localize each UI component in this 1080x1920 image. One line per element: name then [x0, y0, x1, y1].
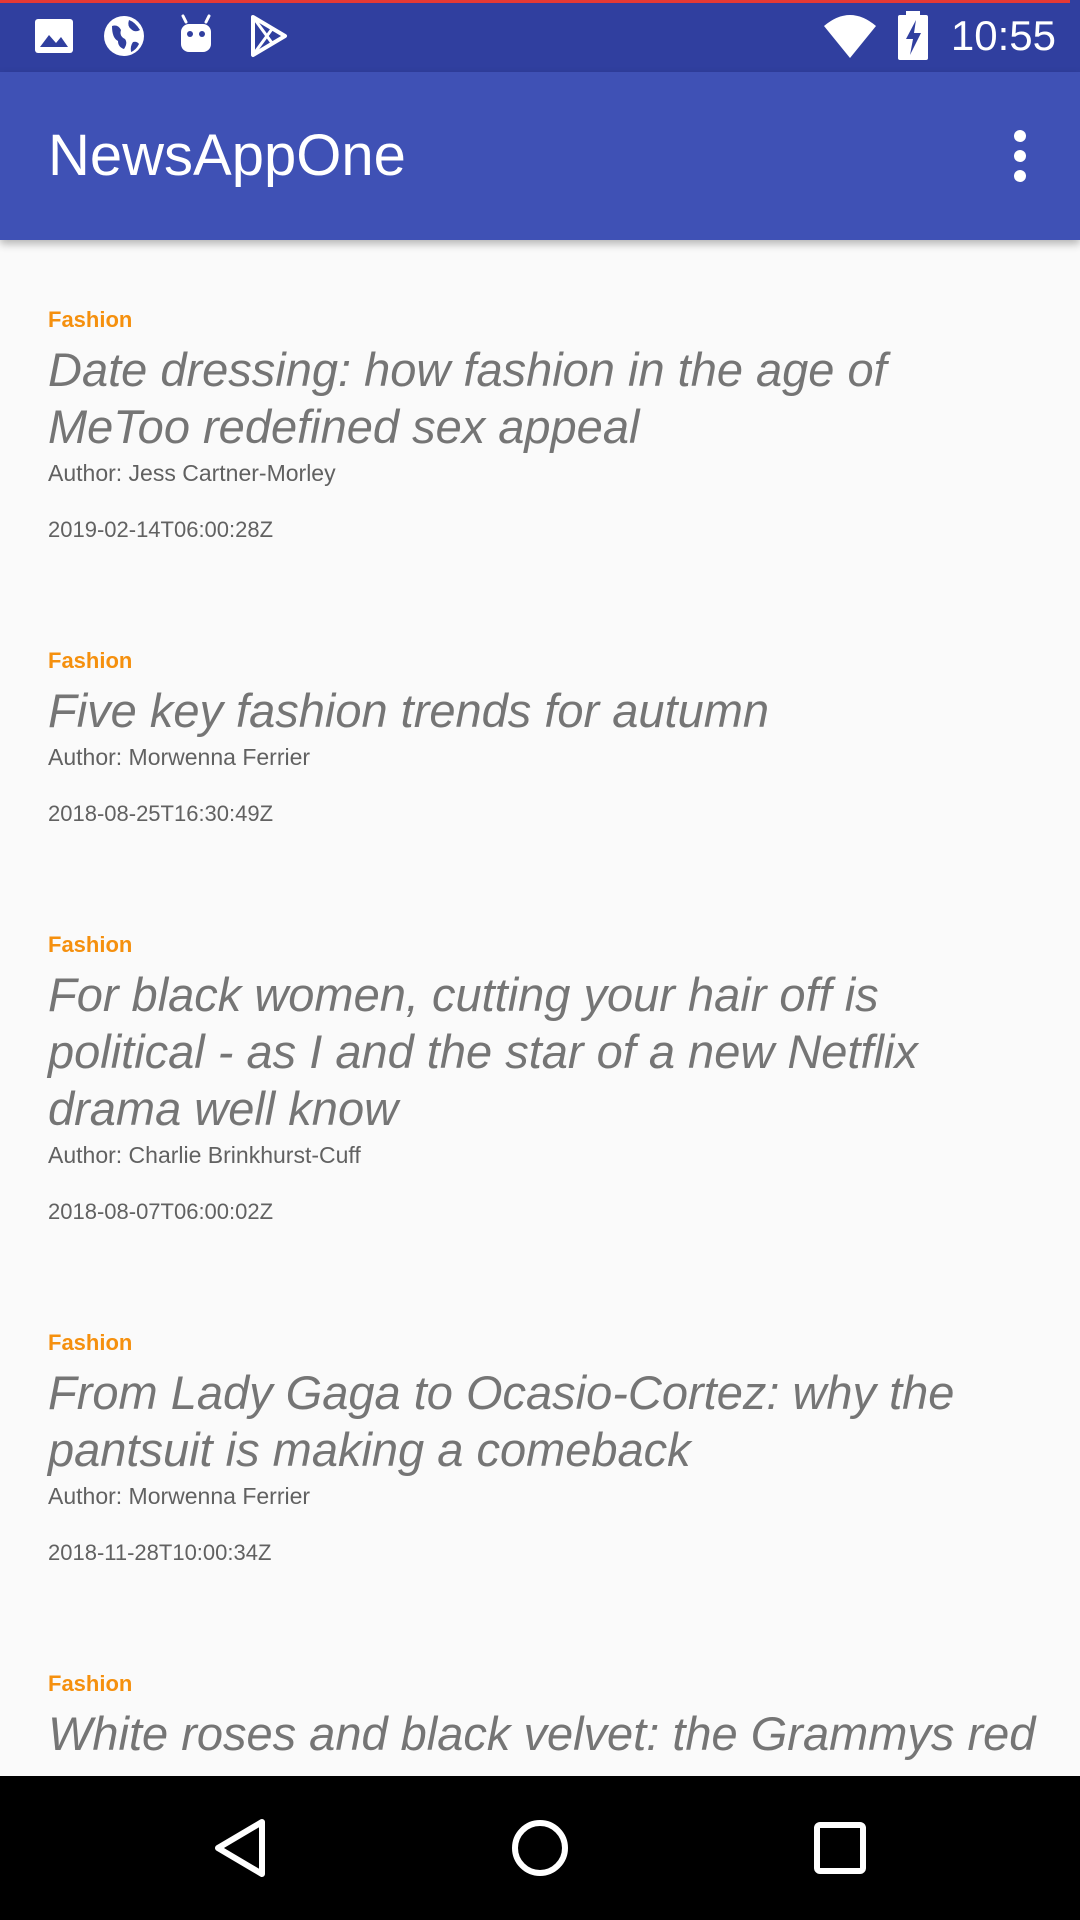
article-date: 2019-02-14T06:00:28Z [48, 517, 274, 542]
article-title: Five key fashion trends for autumn [48, 684, 770, 737]
article-item[interactable]: Fashion Five key fashion trends for autu… [48, 646, 1048, 830]
article-item[interactable]: Fashion For black women, cutting your ha… [48, 930, 1048, 1228]
globe-icon [104, 16, 144, 56]
wifi-icon [824, 15, 876, 58]
article-date: 2018-08-07T06:00:02Z [48, 1199, 274, 1224]
article-author: Author: Charlie Brinkhurst-Cuff [48, 1142, 361, 1168]
article-item[interactable]: Fashion From Lady Gaga to Ocasio-Cortez:… [48, 1328, 1048, 1569]
status-bar: 10:55 [0, 0, 1080, 72]
screen: 10:55 NewsAppOne Fashion Date dressing: … [0, 0, 1080, 1920]
menu-dot [1014, 170, 1026, 182]
article-author: Author: Morwenna Ferrier [48, 744, 311, 770]
android-icon [181, 14, 211, 52]
article-title: From Lady Gaga to Ocasio-Cortez: why the… [48, 1366, 955, 1476]
menu-dot [1014, 130, 1026, 142]
app-bar: NewsAppOne [0, 72, 1080, 240]
article-title: White roses and black velvet: the Grammy… [48, 1707, 1036, 1760]
home-icon[interactable] [504, 1812, 576, 1884]
article-list[interactable]: Fashion Date dressing: how fashion in th… [0, 240, 1080, 1776]
status-time: 10:55 [950, 12, 1056, 59]
article-item[interactable]: Fashion Date dressing: how fashion in th… [48, 305, 1048, 546]
article-date: 2018-08-25T16:30:49Z [48, 801, 274, 826]
app-title: NewsAppOne [48, 123, 406, 188]
battery-charging-icon [898, 11, 928, 60]
article-section: Fashion [48, 1330, 133, 1355]
article-section: Fashion [48, 1671, 133, 1696]
article-title: Date dressing: how fashion in the age of… [48, 343, 887, 453]
article-item[interactable]: Fashion White roses and black velvet: th… [48, 1669, 1048, 1762]
image-icon [35, 19, 73, 53]
article-author: Author: Morwenna Ferrier [48, 1483, 311, 1509]
status-indicator-line [0, 0, 1070, 3]
article-author: Author: Jess Cartner-Morley [48, 460, 336, 486]
navigation-bar [0, 1776, 1080, 1920]
recents-icon[interactable] [804, 1812, 876, 1884]
article-section: Fashion [48, 648, 133, 673]
more-vert-icon[interactable] [984, 120, 1056, 192]
article-date: 2018-11-28T10:00:34Z [48, 1540, 272, 1565]
play-store-icon [251, 15, 287, 57]
article-title: For black women, cutting your hair off i… [48, 968, 918, 1135]
menu-dot [1014, 150, 1026, 162]
article-section: Fashion [48, 307, 133, 332]
back-icon[interactable] [204, 1812, 276, 1884]
article-section: Fashion [48, 932, 133, 957]
